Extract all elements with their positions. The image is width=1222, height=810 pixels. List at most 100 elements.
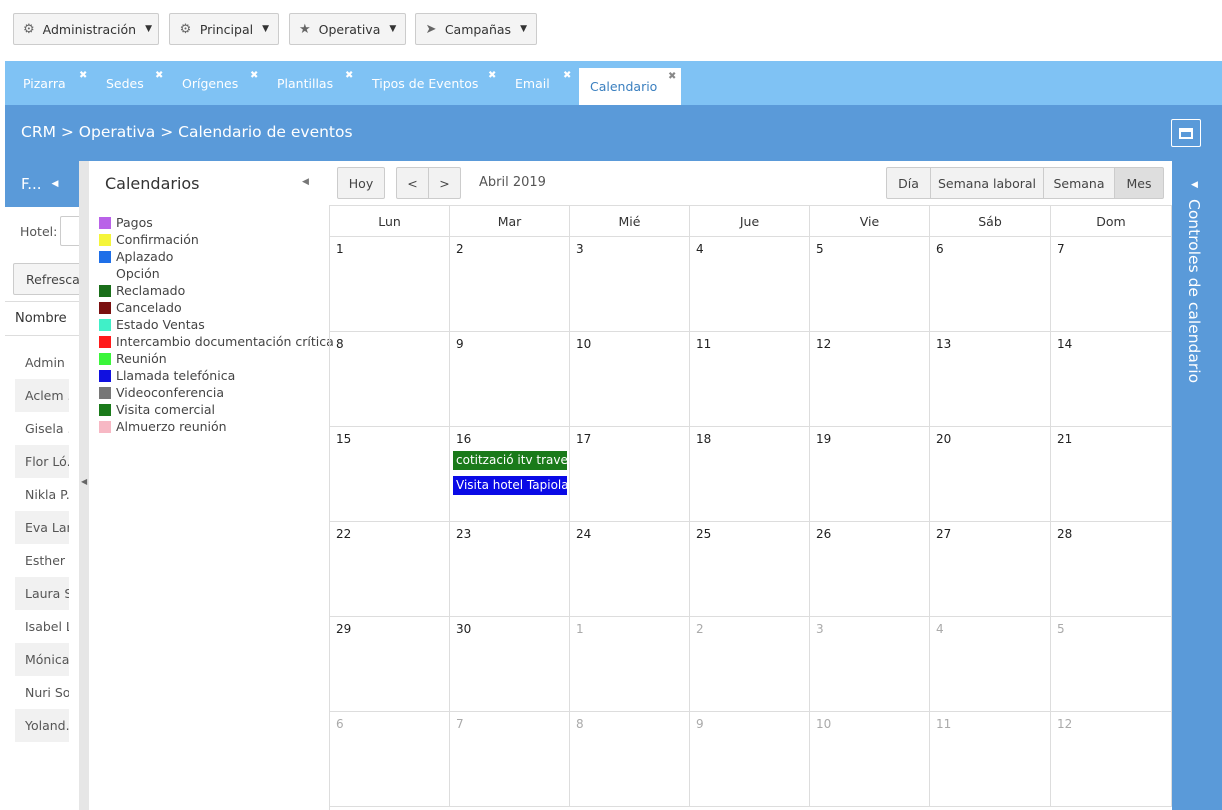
user-list-item[interactable]: Esther [15,544,69,577]
day-cell[interactable]: 3 [570,237,690,332]
day-cell[interactable]: 7 [1051,237,1172,332]
calendar-legend-item[interactable]: Reunión [99,350,167,367]
user-list-item[interactable]: Nikla P. [15,478,69,511]
day-number[interactable]: 10 [816,717,831,731]
day-number[interactable]: 28 [1057,527,1072,541]
day-cell[interactable]: 14 [1051,332,1172,427]
day-cell[interactable]: 17 [570,427,690,522]
close-icon[interactable]: ✖ [79,70,87,81]
day-cell[interactable]: 20 [930,427,1051,522]
day-cell[interactable]: 15 [330,427,450,522]
hotel-select[interactable] [60,216,80,246]
calendar-legend-item[interactable]: Reclamado [99,282,185,299]
day-number[interactable]: 18 [696,432,711,446]
view-month-button[interactable]: Mes [1114,167,1164,199]
day-number[interactable]: 6 [936,242,944,256]
day-number[interactable]: 5 [816,242,824,256]
day-cell[interactable]: 30 [450,617,570,712]
day-cell[interactable]: 24 [570,522,690,617]
day-cell[interactable]: 21 [1051,427,1172,522]
day-cell[interactable]: 2 [450,237,570,332]
day-cell[interactable]: 27 [930,522,1051,617]
close-icon[interactable]: ✖ [155,70,163,81]
user-list-item[interactable]: Gisela .. [15,412,69,445]
close-icon[interactable]: ✖ [250,70,258,81]
day-number[interactable]: 5 [1057,622,1065,636]
day-number[interactable]: 9 [696,717,704,731]
day-cell[interactable]: 4 [930,617,1051,712]
user-list-item[interactable]: Isabel L [15,610,69,643]
close-icon[interactable]: ✖ [488,70,496,81]
day-number[interactable]: 11 [696,337,711,351]
close-icon[interactable]: ✖ [668,71,676,82]
day-number[interactable]: 7 [1057,242,1065,256]
tab-plantillas[interactable]: Plantillas ✖ [259,61,354,105]
user-list-item[interactable]: Nuri So [15,676,69,709]
close-icon[interactable]: ✖ [563,70,571,81]
tab-pizarra[interactable]: Pizarra ✖ [5,61,87,105]
calendar-event[interactable]: cotització itv travel... [453,451,567,470]
day-cell[interactable]: 11 [690,332,810,427]
view-day-button[interactable]: Día [886,167,931,199]
day-cell[interactable]: 7 [450,712,570,807]
day-cell[interactable]: 10 [810,712,930,807]
calendar-legend-item[interactable]: Confirmación [99,231,199,248]
day-cell[interactable]: 16 [450,427,570,522]
day-cell[interactable]: 11 [930,712,1051,807]
day-cell[interactable]: 19 [810,427,930,522]
day-number[interactable]: 20 [936,432,951,446]
calendar-legend-item[interactable]: Videoconferencia [99,384,224,401]
expand-left-icon[interactable]: ◀ [1191,180,1198,190]
day-number[interactable]: 7 [456,717,464,731]
day-cell[interactable]: 25 [690,522,810,617]
day-cell[interactable]: 12 [1051,712,1172,807]
maximize-button[interactable] [1171,119,1201,147]
day-cell[interactable]: 5 [810,237,930,332]
day-number[interactable]: 6 [336,717,344,731]
day-cell[interactable]: 1 [570,617,690,712]
user-list-item[interactable]: Mónica. [15,643,69,676]
day-number[interactable]: 2 [456,242,464,256]
day-number[interactable]: 1 [576,622,584,636]
calendar-event[interactable]: Visita hotel Tapiolas [453,476,567,495]
day-number[interactable]: 12 [1057,717,1072,731]
day-number[interactable]: 8 [336,337,344,351]
day-cell[interactable]: 28 [1051,522,1172,617]
day-cell[interactable]: 22 [330,522,450,617]
user-list-item[interactable]: Admin .. [15,346,69,379]
day-number[interactable]: 13 [936,337,951,351]
day-cell[interactable]: 2 [690,617,810,712]
day-number[interactable]: 15 [336,432,351,446]
day-number[interactable]: 8 [576,717,584,731]
day-number[interactable]: 24 [576,527,591,541]
menu-administracion-button[interactable]: ⚙ Administración ▼ [13,13,159,45]
day-number[interactable]: 11 [936,717,951,731]
collapse-left-icon[interactable]: ◀ [52,179,59,189]
calendar-legend-item[interactable]: Opción [99,265,160,282]
panel-splitter-handle[interactable]: ◀ [79,459,89,509]
refresh-button[interactable]: Refrescar [13,263,80,295]
day-cell[interactable]: 5 [1051,617,1172,712]
day-number[interactable]: 14 [1057,337,1072,351]
calendar-legend-item[interactable]: Llamada telefónica [99,367,235,384]
day-number[interactable]: 29 [336,622,351,636]
day-cell[interactable]: 6 [930,237,1051,332]
user-list-item[interactable]: Laura S [15,577,69,610]
day-number[interactable]: 10 [576,337,591,351]
day-cell[interactable]: 6 [330,712,450,807]
calendar-legend-item[interactable]: Pagos [99,214,153,231]
day-number[interactable]: 9 [456,337,464,351]
tab-tipos-de-eventos[interactable]: Tipos de Eventos ✖ [354,61,500,105]
day-number[interactable]: 27 [936,527,951,541]
calendar-legend-item[interactable]: Estado Ventas [99,316,205,333]
day-number[interactable]: 19 [816,432,831,446]
day-cell[interactable]: 12 [810,332,930,427]
filter-panel-header[interactable]: F... ◀ [5,161,80,207]
day-number[interactable]: 12 [816,337,831,351]
column-header-nombre[interactable]: Nombre [15,311,67,326]
calendar-legend-item[interactable]: Cancelado [99,299,182,316]
day-cell[interactable]: 4 [690,237,810,332]
day-cell[interactable]: 26 [810,522,930,617]
day-number[interactable]: 23 [456,527,471,541]
user-list-item[interactable]: Eva Lar. [15,511,69,544]
